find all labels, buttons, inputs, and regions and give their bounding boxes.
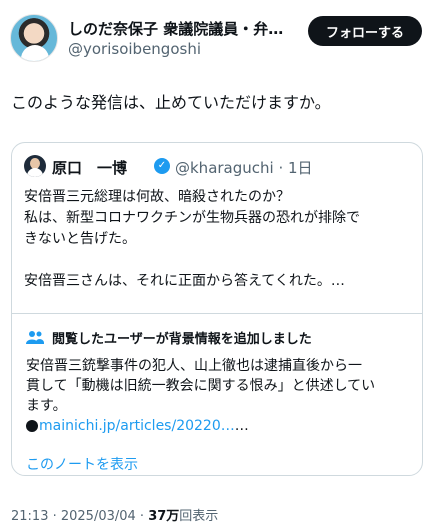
post-meta: 21:13 · 2025/03/04 · 37万回表示 [11,505,218,524]
view-count: 37万 [148,509,180,524]
quoted-post-text: 安倍晋三元総理は何故、暗殺されたのか？ 私は、新型コロナワクチンが生物兵器の恐れ… [24,187,416,292]
quoted-author-avatar [24,155,46,177]
quoted-line: 私は、新型コロナワクチンが生物兵器の恐れが排除で [24,210,360,226]
quoted-line: きないと告げた。 [24,231,136,247]
note-line: 安倍晋三銃撃事件の犯人、山上徹也は逮捕直後から一 [26,358,362,374]
bullet-icon [26,420,38,432]
community-note: 閲覧したユーザーが背景情報を追加しました 安倍晋三銃撃事件の犯人、山上徹也は逮捕… [12,313,422,475]
follow-button[interactable]: フォローする [308,16,422,46]
quoted-post-header: 原口 一博 ✓ @kharaguchi · 1日 [24,155,414,177]
author-avatar[interactable] [10,14,58,62]
community-note-title: 閲覧したユーザーが背景情報を追加しました [52,332,312,347]
post-timestamp[interactable]: 21:13 · 2025/03/04 · [11,509,148,524]
post-text: このような発信は、止めていただけますか。 [11,93,331,112]
quoted-author-handle: @kharaguchi · 1日 [175,159,313,177]
note-line: 貫して「動機は旧統一教会に関する恨み」と供述してい [26,378,376,394]
show-note-link[interactable]: このノートを表示 [26,454,138,474]
avatar-shirt [27,168,43,177]
verified-badge-icon: ✓ [154,158,170,174]
avatar-figure [21,45,49,61]
community-note-text: 安倍晋三銃撃事件の犯人、山上徹也は逮捕直後から一 貫して「動機は旧統一教会に関す… [26,356,414,436]
quoted-post[interactable]: 原口 一博 ✓ @kharaguchi · 1日 安倍晋三元総理は何故、暗殺され… [11,142,423,476]
post-header: しのだ奈保子 衆議院議員・弁… @yorisoibengoshi フォローする [10,14,423,64]
note-source-link[interactable]: mainichi.jp/articles/20220… [39,416,235,436]
author-handle[interactable]: @yorisoibengoshi [68,40,201,58]
note-link-suffix: … [234,418,249,434]
quoted-line: 安倍晋三さんは、それに正面から答えてくれた。… [24,273,345,289]
quoted-line: 安倍晋三元総理は何故、暗殺されたのか？ [24,189,290,205]
community-note-header: 閲覧したユーザーが背景情報を追加しました [26,328,416,348]
people-icon [26,331,44,344]
note-line: ます。 [26,398,67,414]
author-name[interactable]: しのだ奈保子 衆議院議員・弁… [68,18,300,39]
note-source-line: mainichi.jp/articles/20220… … [26,416,414,436]
view-count-label: 回表示 [179,509,219,524]
quoted-author-name: 原口 一博 [52,159,128,177]
